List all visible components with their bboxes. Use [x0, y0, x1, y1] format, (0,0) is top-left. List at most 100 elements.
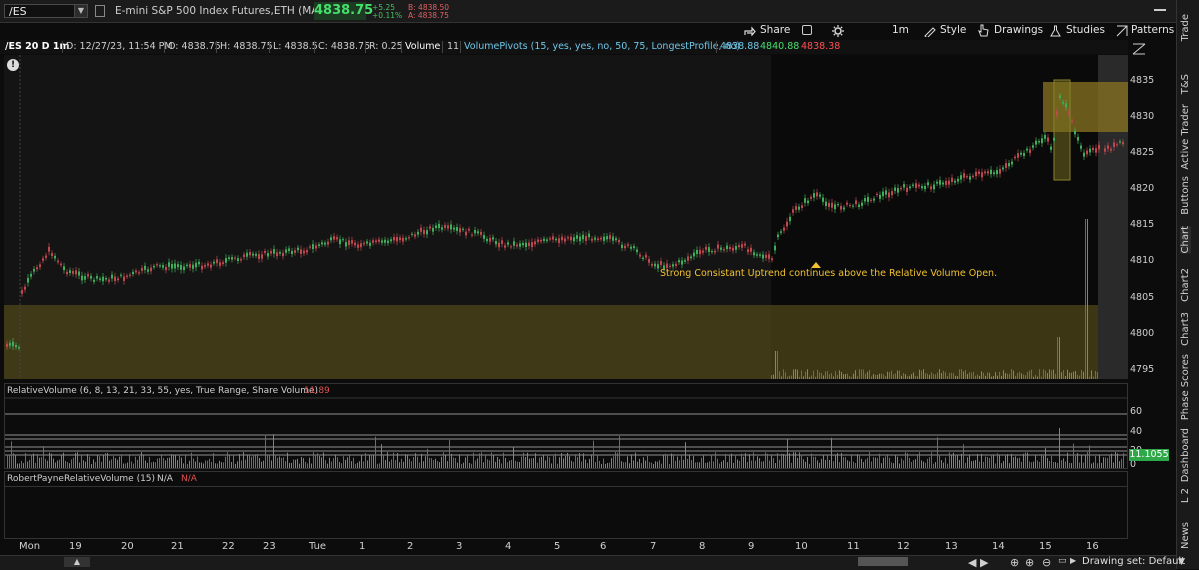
- drawing-tool-icon[interactable]: [1132, 43, 1146, 55]
- rv-bar: [1061, 460, 1062, 468]
- candle-body: [825, 201, 827, 206]
- tab-time-and-sales[interactable]: T&S: [1180, 74, 1191, 94]
- payne-relative-volume-panel[interactable]: RobertPayneRelativeVolume (15) N/A N/A: [4, 471, 1128, 539]
- rv-bar: [441, 456, 442, 468]
- candle-body: [768, 254, 770, 259]
- candle-body: [129, 274, 131, 276]
- candle-body: [639, 254, 641, 257]
- tab-phase-scores[interactable]: Phase Scores: [1180, 354, 1191, 420]
- scroll-left-icon[interactable]: ◀: [968, 556, 976, 569]
- scroll-end-icon[interactable]: ▶: [1070, 556, 1076, 565]
- gear-icon[interactable]: [832, 25, 844, 37]
- volume-bar: [899, 370, 900, 379]
- volume-bar: [1015, 375, 1016, 379]
- tab-level-2[interactable]: L 2: [1180, 488, 1191, 503]
- zoom-fit-icon[interactable]: ▭: [1058, 556, 1067, 566]
- payne-label[interactable]: RobertPayneRelativeVolume (15): [7, 474, 155, 484]
- share-icon[interactable]: [744, 26, 756, 36]
- rv-bar: [219, 460, 220, 468]
- rv-bar: [809, 463, 810, 468]
- rv-bar: [79, 462, 80, 468]
- flask-icon[interactable]: [1050, 25, 1061, 37]
- candle-body: [891, 191, 893, 196]
- tab-dashboard[interactable]: Dashboard: [1180, 428, 1191, 482]
- rv-bar: [69, 463, 70, 468]
- candle-body: [693, 252, 695, 257]
- zoom-out-icon[interactable]: ⊖: [1042, 556, 1051, 569]
- candle-body: [729, 247, 731, 250]
- volume-bar: [923, 369, 924, 379]
- rv-bar: [461, 463, 462, 468]
- rv-bar: [929, 457, 930, 468]
- rv-bar: [173, 454, 174, 468]
- crosshair-icon[interactable]: ⊕: [1010, 556, 1019, 569]
- rv-bar: [1005, 455, 1006, 468]
- collapse-panel-icon[interactable]: ▲: [64, 557, 90, 567]
- tab-buttons[interactable]: Buttons: [1180, 176, 1191, 215]
- rv-bar: [1081, 455, 1082, 468]
- link-icon[interactable]: [95, 5, 105, 17]
- rv-bar: [123, 463, 124, 468]
- pointer-icon[interactable]: [978, 24, 989, 37]
- rv-bar: [589, 459, 590, 468]
- payne-value-1: N/A: [157, 474, 173, 484]
- tab-news[interactable]: News: [1180, 522, 1191, 549]
- tab-chart2[interactable]: Chart2: [1180, 268, 1191, 302]
- alert-icon[interactable]: !: [7, 59, 19, 71]
- minimize-icon[interactable]: [1154, 9, 1166, 11]
- rv-bar: [805, 461, 806, 468]
- candle-body: [510, 246, 512, 248]
- chevron-down-icon[interactable]: ▼: [74, 4, 88, 18]
- relative-volume-panel[interactable]: RelativeVolume (6, 8, 13, 21, 33, 55, ye…: [4, 383, 1128, 469]
- volume-bar: [771, 375, 772, 379]
- candle-body: [1119, 141, 1121, 143]
- candle-body: [60, 263, 62, 266]
- tab-trade[interactable]: Trade: [1180, 14, 1191, 41]
- scrollbar-thumb[interactable]: [858, 557, 908, 566]
- rv-bar: [233, 454, 234, 468]
- zoom-in-icon[interactable]: ⊕: [1025, 556, 1034, 569]
- patterns-icon[interactable]: [1116, 25, 1128, 37]
- tab-active-trader[interactable]: Active Trader: [1180, 104, 1191, 170]
- rv-bar: [155, 462, 156, 468]
- interval-button[interactable]: 1m: [892, 24, 909, 36]
- candle-body: [990, 169, 992, 175]
- volume-bar: [1075, 370, 1076, 379]
- share-button[interactable]: Share: [760, 24, 790, 36]
- volume-bar: [1043, 369, 1044, 379]
- rv-bar: [1105, 457, 1106, 468]
- style-icon[interactable]: [924, 25, 936, 37]
- scroll-right-icon[interactable]: ▶: [980, 556, 988, 569]
- rv-bar: [577, 456, 578, 468]
- last-price: 4838.75: [314, 2, 374, 20]
- volume-bar: [957, 376, 958, 379]
- studies-menu[interactable]: Studies: [1066, 24, 1105, 36]
- rv-bar: [909, 458, 910, 468]
- volume-bar: [781, 376, 782, 379]
- candle-body: [870, 199, 872, 201]
- price-chart[interactable]: [4, 55, 1128, 379]
- rv-bar: [547, 454, 548, 468]
- rv-bar: [275, 454, 276, 468]
- tab-chart3[interactable]: Chart3: [1180, 312, 1191, 346]
- drawing-set-selector[interactable]: Drawing set: Default: [1082, 556, 1185, 567]
- chevron-down-icon[interactable]: ▼: [1178, 557, 1185, 567]
- relative-volume-label[interactable]: RelativeVolume (6, 8, 13, 21, 33, 55, ye…: [7, 386, 318, 396]
- rv-bar: [1067, 452, 1068, 468]
- candle-body: [798, 206, 800, 210]
- candle-body: [621, 244, 623, 248]
- chart-settings-icon[interactable]: [802, 25, 812, 35]
- rv-axis-tick: 60: [1130, 406, 1143, 417]
- tab-chart[interactable]: Chart: [1180, 226, 1191, 254]
- price-chart-canvas[interactable]: [4, 55, 1128, 379]
- symbol-input[interactable]: /ES: [4, 4, 84, 18]
- volume-bar: [803, 376, 804, 379]
- patterns-menu[interactable]: Patterns: [1131, 24, 1174, 36]
- study-label[interactable]: VolumePivots (15, yes, yes, no, 50, 75, …: [464, 41, 740, 52]
- style-menu[interactable]: Style: [940, 24, 966, 36]
- rv-bar: [549, 457, 550, 468]
- rv-bar: [607, 462, 608, 468]
- rv-bar: [321, 457, 322, 468]
- drawings-menu[interactable]: Drawings: [994, 24, 1043, 36]
- volume-bar: [845, 374, 846, 379]
